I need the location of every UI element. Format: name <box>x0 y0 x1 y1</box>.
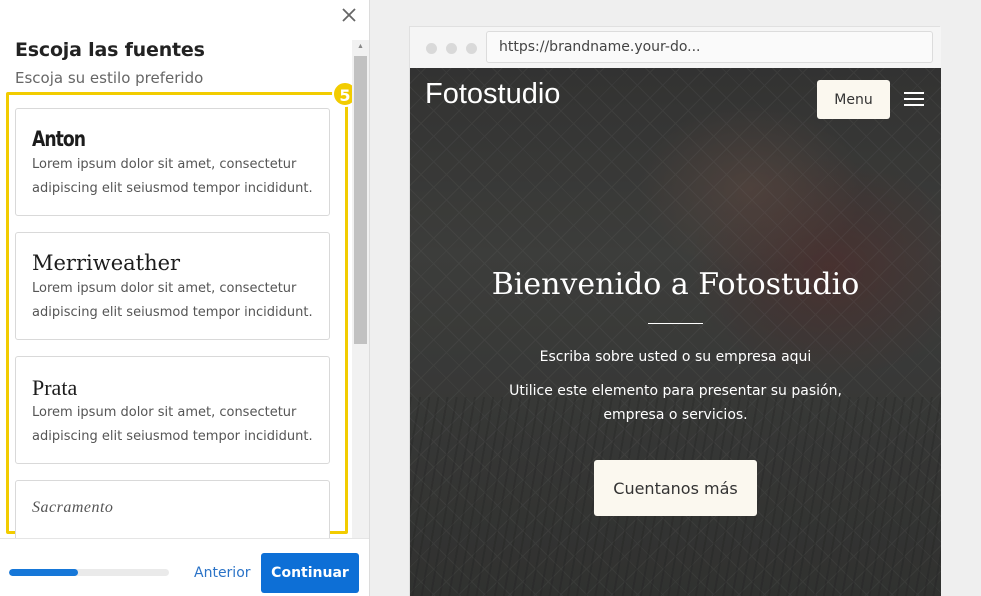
font-name: Prata <box>32 375 78 400</box>
site-logo[interactable]: Fotostudio <box>425 78 560 111</box>
font-name: Anton <box>32 127 86 151</box>
wizard-progress-bar <box>9 569 169 576</box>
scroll-up-arrow-icon[interactable]: ▲ <box>352 40 369 54</box>
font-sample-text: Lorem ipsum dolor sit amet, consectetur … <box>32 281 313 320</box>
cta-button[interactable]: Cuentanos más <box>594 460 757 516</box>
browser-chrome: https://brandname.your-do... <box>410 27 941 68</box>
font-card-merriweather[interactable]: Merriweather Lorem ipsum dolor sit amet,… <box>15 232 330 340</box>
window-dot-icon <box>446 43 457 54</box>
panel-title: Escoja las fuentes <box>15 39 205 61</box>
hero-title: Bienvenido a Fotostudio <box>491 267 860 302</box>
previous-link[interactable]: Anterior <box>194 565 251 581</box>
window-dot-icon <box>426 43 437 54</box>
font-picker-panel: Escoja las fuentes Escoja su estilo pref… <box>0 0 370 596</box>
font-name: Sacramento <box>32 499 114 516</box>
font-card-anton[interactable]: Anton Lorem ipsum dolor sit amet, consec… <box>15 108 330 216</box>
hero-section: Fotostudio Menu Bienvenido a Fotostudio … <box>410 68 941 596</box>
font-card-sacramento[interactable]: Sacramento <box>15 480 330 538</box>
hamburger-menu-icon[interactable] <box>904 92 924 107</box>
progress-fill <box>9 569 78 576</box>
panel-subtitle: Escoja su estilo preferido <box>15 69 204 87</box>
address-bar: https://brandname.your-do... <box>486 31 933 63</box>
font-sample-text: Lorem ipsum dolor sit amet, consectetur … <box>32 157 313 196</box>
window-dot-icon <box>466 43 477 54</box>
font-sample-text: Lorem ipsum dolor sit amet, consectetur … <box>32 405 313 444</box>
menu-button[interactable]: Menu <box>817 80 890 119</box>
continue-button[interactable]: Continuar <box>261 553 359 593</box>
hero-divider <box>648 323 703 324</box>
close-icon[interactable] <box>338 4 360 26</box>
hero-lead-text: Escriba sobre usted o su empresa aqui <box>539 349 812 365</box>
website-preview: https://brandname.your-do... Fotostudio … <box>409 26 941 596</box>
hero-overlay <box>410 68 941 596</box>
font-card-prata[interactable]: Prata Lorem ipsum dolor sit amet, consec… <box>15 356 330 464</box>
wizard-footer: Anterior Continuar <box>0 538 369 596</box>
font-list[interactable]: Anton Lorem ipsum dolor sit amet, consec… <box>0 92 352 538</box>
scrollbar-thumb[interactable] <box>354 56 367 344</box>
font-list-scrollbar[interactable]: ▲ <box>352 40 369 538</box>
font-name: Merriweather <box>32 251 181 275</box>
hero-description: Utilice este elemento para presentar su … <box>509 383 842 423</box>
